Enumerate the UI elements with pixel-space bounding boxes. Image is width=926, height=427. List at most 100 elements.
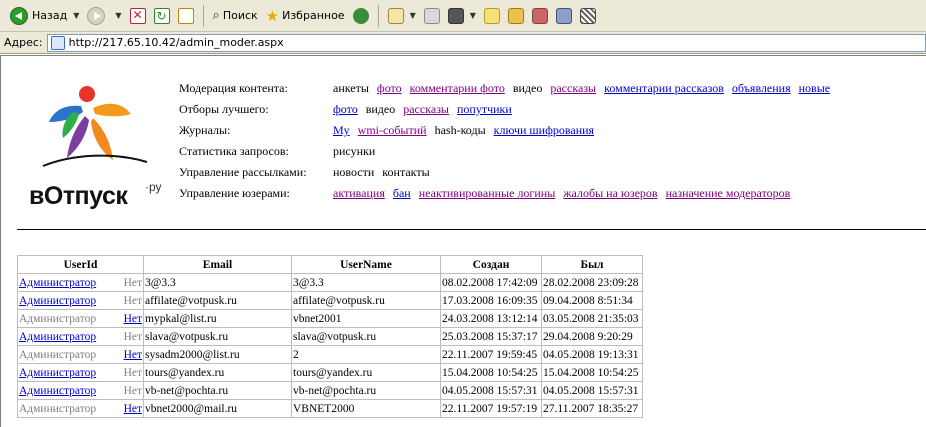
back-dropdown-icon[interactable]: ▼ xyxy=(73,11,79,20)
mail-dropdown-icon[interactable]: ▼ xyxy=(410,11,416,20)
refresh-icon[interactable]: ↻ xyxy=(153,7,170,24)
table-row: Администратор Нет mypkal@list.ru vbnet2001 2… xyxy=(17,309,643,328)
header-created: Создан xyxy=(440,255,542,274)
email-cell: mypkal@list.ru xyxy=(143,309,292,328)
username-cell: 2 xyxy=(291,345,441,364)
research-icon[interactable] xyxy=(555,7,572,24)
created-cell: 17.03.2008 16:09:35 xyxy=(440,291,542,310)
net-link[interactable]: Нет xyxy=(124,313,142,325)
mail-icon[interactable] xyxy=(387,7,404,24)
menu-item-wmi-events[interactable]: wmi-событий xyxy=(358,123,427,138)
username-cell: vbnet2001 xyxy=(291,309,441,328)
menu-item-contacts: контакты xyxy=(382,165,430,179)
last-seen-cell: 15.04.2008 10:54:25 xyxy=(541,363,643,382)
userid-cell: Администратор Нет xyxy=(17,399,144,418)
print-icon[interactable] xyxy=(423,7,440,24)
toolbar-separator xyxy=(202,4,204,27)
menu-item-activation[interactable]: активация xyxy=(333,186,385,201)
menu-item-photo-comments[interactable]: комментарии фото xyxy=(410,81,505,96)
menu-item-best-photo[interactable]: фото xyxy=(333,102,358,117)
menu-item-images: рисунки xyxy=(333,144,376,158)
history-icon[interactable] xyxy=(352,7,369,24)
menu-item-best-video: видео xyxy=(365,102,396,116)
table-header-row: UserId Email UserName Создан Был xyxy=(17,255,643,274)
table-row: Администратор Нет slava@votpusk.ru slava@vo… xyxy=(17,327,643,346)
role-link[interactable]: Администратор xyxy=(19,385,96,397)
address-url[interactable]: http://217.65.10.42/admin_moder.aspx xyxy=(69,36,284,49)
address-bar: Адрес: http://217.65.10.42/admin_moder.a… xyxy=(0,32,926,54)
role-link[interactable]: Администратор xyxy=(19,295,96,307)
divider xyxy=(17,229,926,230)
logo-wordmark: вОтпуск xyxy=(29,182,128,210)
menu-item-inactive-logins[interactable]: неактивированные логины xyxy=(419,186,556,201)
discuss-icon[interactable] xyxy=(483,7,500,24)
last-seen-cell: 29.04.2008 9:20:29 xyxy=(541,327,643,346)
header-username: UserName xyxy=(291,255,441,274)
messenger-icon[interactable] xyxy=(531,7,548,24)
userid-cell: Администратор Нет xyxy=(17,381,144,400)
favorites-button[interactable]: ★ Избранное xyxy=(262,4,349,28)
page-content: вОтпуск ·ру Модерация контента: анкеты ф… xyxy=(0,55,926,427)
userid-cell: Администратор Нет xyxy=(17,363,144,382)
menu-row-journals: Журналы: Mу wmi-событий hash-коды ключи … xyxy=(179,120,926,141)
net-link[interactable]: Нет xyxy=(124,349,142,361)
edit-dropdown-icon[interactable]: ▼ xyxy=(470,11,476,20)
email-cell: 3@3.3 xyxy=(143,273,292,292)
created-cell: 25.03.2008 15:37:17 xyxy=(440,327,542,346)
forward-dropdown-icon[interactable]: ▼ xyxy=(115,11,121,20)
last-seen-cell: 04.05.2008 15:57:31 xyxy=(541,381,643,400)
menu-item-encryption-keys[interactable]: ключи шифрования xyxy=(494,123,594,138)
created-cell: 22.11.2007 19:59:45 xyxy=(440,345,542,364)
username-cell: 3@3.3 xyxy=(291,273,441,292)
folder-icon[interactable] xyxy=(507,7,524,24)
home-icon[interactable] xyxy=(177,7,194,24)
menu-label: Статистика запросов: xyxy=(179,144,289,158)
search-button[interactable]: ⌕ Поиск xyxy=(209,4,262,28)
menu-row-best-selection: Отборы лучшего: фото видео рассказы попу… xyxy=(179,99,926,120)
menu-item-story-comments[interactable]: комментарии рассказов xyxy=(604,81,724,96)
menu-row-mailings: Управление рассылками: новости контакты xyxy=(179,162,926,183)
site-logo[interactable]: вОтпуск ·ру xyxy=(23,78,162,210)
menu-item-user-complaints[interactable]: жалобы на юзеров xyxy=(563,186,657,201)
last-seen-cell: 09.04.2008 8:51:34 xyxy=(541,291,643,310)
menu-item-stories[interactable]: рассказы xyxy=(550,81,596,96)
grid-icon[interactable] xyxy=(579,7,596,24)
net-link[interactable]: Нет xyxy=(124,403,142,415)
address-input[interactable]: http://217.65.10.42/admin_moder.aspx xyxy=(46,33,926,52)
forward-arrow-icon xyxy=(87,6,106,25)
menu-label: Журналы: xyxy=(179,123,231,137)
net-link: Нет xyxy=(123,276,142,289)
last-seen-cell: 27.11.2007 18:35:27 xyxy=(541,399,643,418)
last-seen-cell: 28.02.2008 23:09:28 xyxy=(541,273,643,292)
menu-item-ads[interactable]: объявления xyxy=(732,81,791,96)
email-cell: tours@yandex.ru xyxy=(143,363,292,382)
role-link[interactable]: Администратор xyxy=(19,331,96,343)
menu-item-my[interactable]: Mу xyxy=(333,123,350,138)
menu-item-assign-moderators[interactable]: назначение модераторов xyxy=(666,186,791,201)
edit-icon[interactable] xyxy=(447,7,464,24)
logo-suffix: ·ру xyxy=(145,180,162,194)
forward-button[interactable] xyxy=(83,4,113,28)
table-row: Администратор Нет vbnet2000@mail.ru VBNET20… xyxy=(17,399,643,418)
stop-icon[interactable] xyxy=(129,7,146,24)
menu-item-news: новости xyxy=(333,165,375,179)
email-cell: vb-net@pochta.ru xyxy=(143,381,292,400)
menu-item-ban[interactable]: бан xyxy=(393,186,411,201)
menu-item-companions[interactable]: попутчики xyxy=(457,102,512,117)
back-button[interactable]: Назад xyxy=(6,4,71,28)
users-table: UserId Email UserName Создан Был Админис… xyxy=(17,255,643,418)
last-seen-cell: 03.05.2008 21:35:03 xyxy=(541,309,643,328)
menu-item-photo[interactable]: фото xyxy=(377,81,402,96)
username-cell: slava@votpusk.ru xyxy=(291,327,441,346)
header-email: Email xyxy=(143,255,292,274)
menu-item-new[interactable]: новые xyxy=(799,81,830,96)
net-link: Нет xyxy=(123,366,142,379)
menu-label: Отборы лучшего: xyxy=(179,102,269,116)
address-label: Адрес: xyxy=(4,36,43,49)
role-link[interactable]: Администратор xyxy=(19,277,96,289)
header-last-seen: Был xyxy=(541,255,643,274)
menu-item-best-stories[interactable]: рассказы xyxy=(403,102,449,117)
net-link: Нет xyxy=(123,330,142,343)
role-link[interactable]: Администратор xyxy=(19,367,96,379)
userid-cell: Администратор Нет xyxy=(17,327,144,346)
